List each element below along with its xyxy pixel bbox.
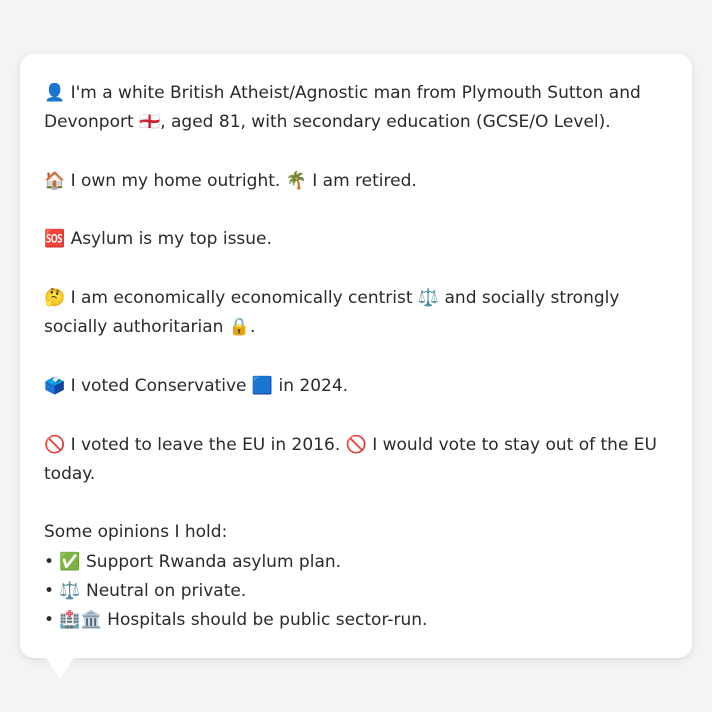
profile-eu: 🚫 I voted to leave the EU in 2016. 🚫 I w…: [44, 434, 657, 484]
opinion-item: • 🏥🏛️ Hospitals should be public sector-…: [44, 610, 428, 631]
profile-ideology: 🤔 I am economically economically centris…: [44, 288, 620, 338]
opinions-heading: Some opinions I hold:: [44, 522, 228, 543]
chat-message-bubble: 👤 I'm a white British Atheist/Agnostic m…: [20, 54, 692, 658]
profile-top-issue: 🆘 Asylum is my top issue.: [44, 229, 272, 250]
profile-intro: 👤 I'm a white British Atheist/Agnostic m…: [44, 83, 641, 133]
profile-housing: 🏠 I own my home outright. 🌴 I am retired…: [44, 170, 417, 191]
profile-vote-2024: 🗳️ I voted Conservative 🟦 in 2024.: [44, 375, 349, 396]
bubble-tail: [42, 652, 78, 678]
opinion-item: • ⚖️ Neutral on private.: [44, 581, 247, 602]
opinion-item: • ✅ Support Rwanda asylum plan.: [44, 551, 342, 572]
